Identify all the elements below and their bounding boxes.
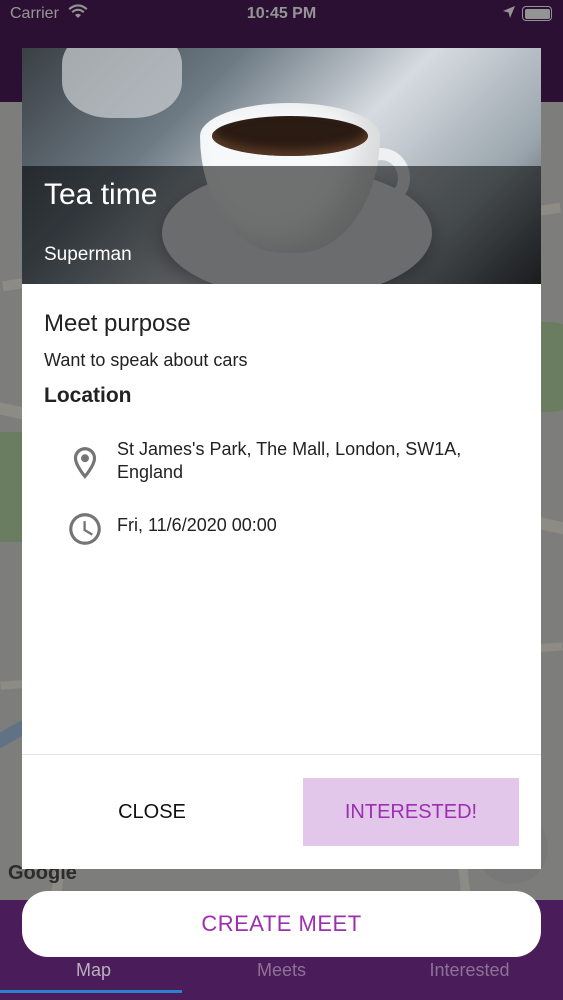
meet-host: Superman bbox=[44, 244, 132, 265]
datetime-row: Fri, 11/6/2020 00:00 bbox=[66, 510, 526, 550]
actions-divider bbox=[22, 754, 541, 755]
meet-cover-image: Tea time Superman bbox=[22, 48, 541, 284]
nav-active-indicator bbox=[0, 990, 182, 993]
address-text: St James's Park, The Mall, London, SW1A,… bbox=[117, 439, 462, 482]
clock-icon bbox=[66, 510, 104, 548]
interested-button[interactable]: INTERESTED! bbox=[303, 778, 519, 846]
close-button[interactable]: CLOSE bbox=[46, 778, 258, 846]
purpose-heading: Meet purpose bbox=[44, 310, 191, 337]
nav-tab-interested[interactable]: Interested bbox=[376, 960, 563, 981]
address-row: St James's Park, The Mall, London, SW1A,… bbox=[66, 438, 526, 488]
meet-detail-dialog: Tea time Superman Meet purpose Want to s… bbox=[22, 48, 541, 869]
map-pin-icon bbox=[66, 444, 104, 482]
create-meet-button[interactable]: CREATE MEET bbox=[22, 891, 541, 957]
location-heading: Location bbox=[44, 384, 132, 407]
nav-tab-meets[interactable]: Meets bbox=[188, 960, 375, 981]
purpose-text: Want to speak about cars bbox=[44, 350, 248, 370]
nav-tab-map[interactable]: Map bbox=[0, 960, 187, 981]
meet-title: Tea time bbox=[44, 178, 158, 211]
datetime-text: Fri, 11/6/2020 00:00 bbox=[117, 515, 277, 535]
